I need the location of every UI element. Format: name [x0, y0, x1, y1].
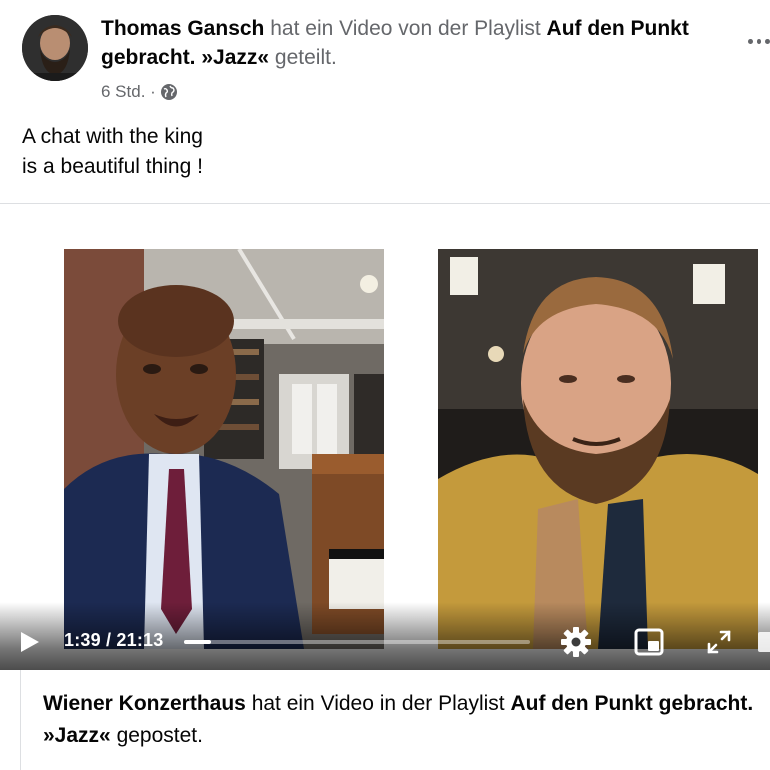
author-name[interactable]: Thomas Gansch [101, 17, 264, 40]
post-action-text: hat ein Video von der Playlist [270, 17, 541, 40]
more-dot [765, 38, 770, 44]
video-frame-right [438, 249, 758, 649]
shared-action-suffix: gepostet. [116, 724, 203, 747]
shared-action-text: hat ein Video in der Playlist [251, 692, 505, 715]
fullscreen-icon[interactable] [703, 626, 735, 658]
post-text-line: is a beautiful thing ! [22, 155, 203, 178]
more-dot [756, 38, 762, 44]
video-player[interactable]: 1:39 / 21:13 [0, 204, 770, 670]
avatar-photo [22, 15, 88, 81]
video-participant-left [64, 249, 384, 649]
shared-from-text: Wiener Konzerthaus hat ein Video in der … [43, 688, 763, 752]
more-dot [748, 38, 753, 44]
gear-icon[interactable] [560, 626, 592, 658]
more-options-icon[interactable] [748, 34, 770, 48]
feed-post: Thomas Gansch hat ein Video von der Play… [0, 0, 770, 770]
play-icon[interactable] [19, 630, 41, 654]
post-header: Thomas Gansch hat ein Video von der Play… [101, 14, 721, 72]
post-meta: 6 Std. · [101, 82, 178, 102]
post-timestamp[interactable]: 6 Std. · [101, 82, 156, 102]
video-time: 1:39 / 21:13 [64, 630, 164, 650]
globe-icon [160, 84, 177, 100]
post-text: A chat with the king is a beautiful thin… [22, 122, 203, 182]
video-controls: 1:39 / 21:13 [0, 610, 770, 670]
shared-from-attribution: Wiener Konzerthaus hat ein Video in der … [20, 670, 770, 770]
video-frame-left [64, 249, 384, 649]
seek-bar[interactable] [184, 640, 530, 644]
author-avatar[interactable] [22, 15, 88, 81]
source-page-name[interactable]: Wiener Konzerthaus [43, 692, 246, 715]
volume-icon[interactable] [758, 632, 770, 652]
seek-progress [184, 640, 211, 644]
picture-in-picture-icon[interactable] [633, 626, 665, 658]
post-action-suffix: geteilt. [274, 46, 337, 69]
video-participant-right [438, 249, 758, 649]
post-text-line: A chat with the king [22, 125, 203, 148]
